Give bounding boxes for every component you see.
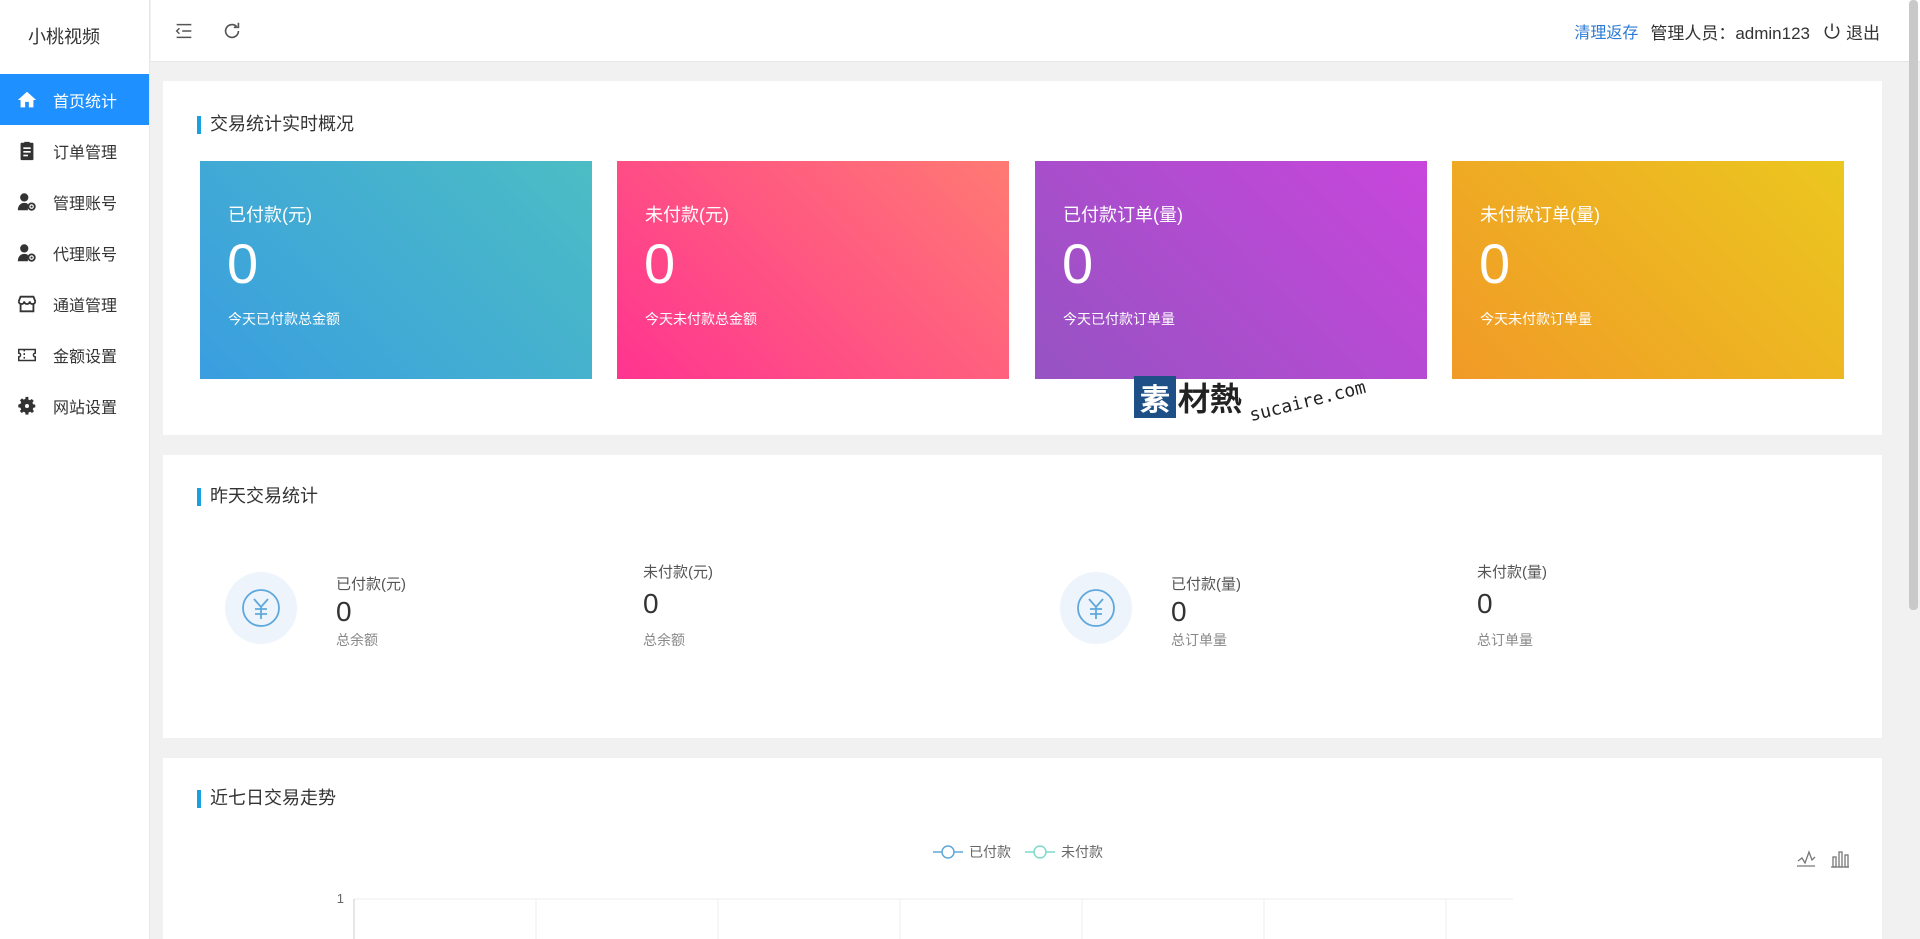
stat-value: 0 <box>1477 588 1493 619</box>
sidebar-item-orders[interactable]: 订单管理 <box>0 125 149 176</box>
legend-label: 未付款 <box>1061 844 1103 860</box>
watermark-url: sucaire.com <box>1247 376 1369 426</box>
stat-label: 未付款(元) <box>643 564 713 581</box>
bar-chart-icon[interactable] <box>1828 846 1852 870</box>
card-desc: 今天未付款订单量 <box>1480 311 1592 327</box>
legend-marker-icon <box>933 845 963 859</box>
line-chart-icon[interactable] <box>1794 846 1818 870</box>
sidebar-item-home-stats[interactable]: 首页统计 <box>0 74 149 125</box>
legend-label: 已付款 <box>969 844 1011 860</box>
sidebar-item-site-settings[interactable]: 网站设置 <box>0 380 149 431</box>
chart-toolbox <box>1784 846 1852 870</box>
yuan-icon <box>225 572 297 644</box>
stat-card-paid-orders: 已付款订单(量) 0 今天已付款订单量 <box>1035 161 1427 379</box>
gear-icon <box>15 394 39 418</box>
yesterday-stat-unpaid-amount: 未付款(元) 0 总余额 <box>643 561 713 650</box>
stat-value: 0 <box>643 588 659 619</box>
sidebar-item-label: 通道管理 <box>53 297 118 315</box>
ticket-icon <box>15 343 39 367</box>
stat-value: 0 <box>336 596 352 627</box>
sidebar-item-label: 代理账号 <box>53 246 118 264</box>
card-label: 已付款订单(量) <box>1063 205 1183 225</box>
sidebar: 小桃视频 首页统计 订单管理 管理账号 代理账号 通道管理 金额设置 网站设置 <box>0 0 150 939</box>
stat-desc: 总余额 <box>336 632 378 648</box>
header-actions: 清理返存 管理人员：admin123 退出 <box>1574 0 1880 62</box>
panel-title: 近七日交易走势 <box>197 787 336 809</box>
sidebar-item-channels[interactable]: 通道管理 <box>0 278 149 329</box>
panel-title: 交易统计实时概况 <box>197 113 354 135</box>
sidebar-item-admin-accounts[interactable]: 管理账号 <box>0 176 149 227</box>
legend-item-unpaid[interactable]: 未付款 <box>1025 842 1103 862</box>
stat-desc: 总订单量 <box>1171 632 1227 648</box>
realtime-stats-panel: 交易统计实时概况 已付款(元) 0 今天已付款总金额 未付款(元) 0 今天未付… <box>163 81 1882 435</box>
stat-desc: 总订单量 <box>1477 632 1533 648</box>
menu-collapse-icon[interactable] <box>171 18 197 44</box>
logout-button[interactable]: 退出 <box>1822 19 1880 44</box>
card-value: 0 <box>644 232 676 295</box>
sidebar-item-label: 网站设置 <box>53 399 118 417</box>
card-value: 0 <box>1479 232 1511 295</box>
sidebar-item-label: 金额设置 <box>53 348 118 366</box>
stat-card-unpaid-amount: 未付款(元) 0 今天未付款总金额 <box>617 161 1009 379</box>
stat-desc: 总余额 <box>643 632 685 648</box>
watermark-logo: 素 <box>1134 376 1176 418</box>
vertical-grid <box>535 899 1447 939</box>
stat-label: 已付款(量) <box>1171 576 1241 593</box>
card-desc: 今天已付款总金额 <box>228 311 340 327</box>
page-scrollbar[interactable] <box>1909 0 1918 610</box>
home-icon <box>15 88 39 112</box>
card-desc: 今天未付款总金额 <box>645 311 757 327</box>
panel-title: 昨天交易统计 <box>197 485 318 507</box>
yesterday-stats-panel: 昨天交易统计 已付款(元) 0 总余额 未付款(元) 0 总余额 已付款(量) … <box>163 455 1882 738</box>
stat-label: 未付款(量) <box>1477 564 1547 581</box>
app-logo[interactable]: 小桃视频 <box>0 0 149 74</box>
refresh-icon[interactable] <box>219 18 245 44</box>
y-tick-label: 1 <box>337 891 344 906</box>
clear-cache-link[interactable]: 清理返存 <box>1574 19 1638 43</box>
store-icon <box>15 292 39 316</box>
yesterday-stat-unpaid-orders: 未付款(量) 0 总订单量 <box>1477 561 1547 650</box>
card-label: 未付款(元) <box>645 205 729 225</box>
stat-card-paid-amount: 已付款(元) 0 今天已付款总金额 <box>200 161 592 379</box>
sidebar-nav: 首页统计 订单管理 管理账号 代理账号 通道管理 金额设置 网站设置 <box>0 74 149 431</box>
stat-label: 已付款(元) <box>336 576 406 593</box>
sidebar-item-agent-accounts[interactable]: 代理账号 <box>0 227 149 278</box>
admin-user-label: 管理人员：admin123 <box>1650 23 1810 43</box>
watermark: 素 材熱 sucaire.com <box>1134 374 1368 426</box>
legend-marker-icon <box>1025 845 1055 859</box>
user-gear-icon <box>15 241 39 265</box>
card-label: 未付款订单(量) <box>1480 205 1600 225</box>
stat-value: 0 <box>1171 596 1187 627</box>
user-gear-icon <box>15 190 39 214</box>
sidebar-item-label: 管理账号 <box>53 195 118 213</box>
logout-label: 退出 <box>1846 23 1880 43</box>
sidebar-item-label: 首页统计 <box>53 93 118 111</box>
card-label: 已付款(元) <box>228 205 312 225</box>
top-header: 清理返存 管理人员：admin123 退出 <box>151 0 1920 62</box>
power-icon <box>1824 23 1840 39</box>
legend-item-paid[interactable]: 已付款 <box>933 842 1011 862</box>
yesterday-stat-paid-orders: 已付款(量) 0 总订单量 <box>1171 573 1241 650</box>
trend-panel: 近七日交易走势 已付款 未付款 1 <box>163 758 1882 939</box>
card-value: 0 <box>227 232 259 295</box>
card-desc: 今天已付款订单量 <box>1063 311 1175 327</box>
chart-legend: 已付款 未付款 <box>933 842 1117 862</box>
yuan-icon <box>1060 572 1132 644</box>
card-value: 0 <box>1062 232 1094 295</box>
trend-chart: 1 <box>337 891 1513 939</box>
watermark-text: 材熱 <box>1178 381 1243 417</box>
clipboard-icon <box>15 139 39 163</box>
sidebar-item-label: 订单管理 <box>53 144 118 162</box>
yesterday-stat-paid-amount: 已付款(元) 0 总余额 <box>336 573 406 650</box>
sidebar-item-amount-settings[interactable]: 金额设置 <box>0 329 149 380</box>
stat-card-unpaid-orders: 未付款订单(量) 0 今天未付款订单量 <box>1452 161 1844 379</box>
